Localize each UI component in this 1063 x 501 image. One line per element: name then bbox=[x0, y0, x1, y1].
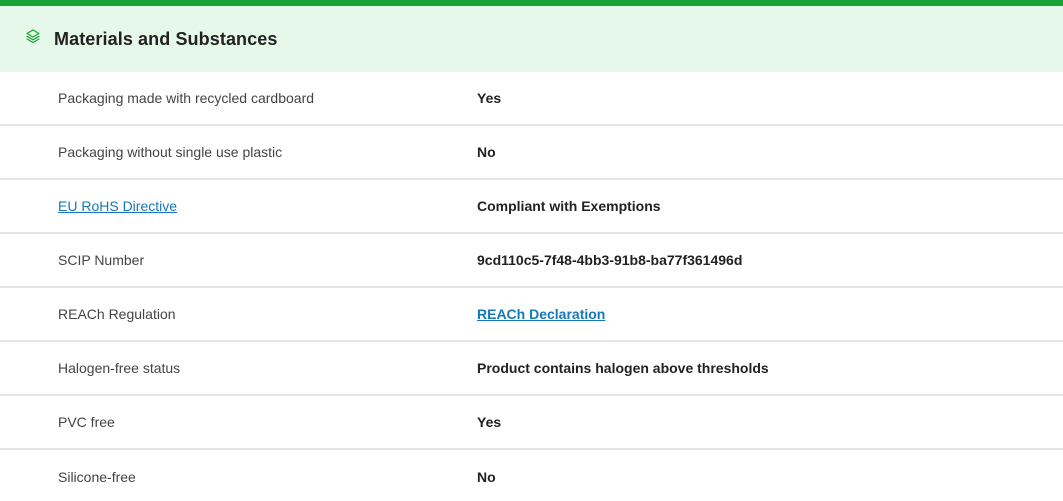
attribute-value: Yes bbox=[477, 414, 502, 430]
attribute-label: Packaging without single use plastic bbox=[58, 144, 283, 160]
attribute-row: Silicone-free No bbox=[0, 450, 1063, 501]
attribute-label-cell: EU RoHS Directive bbox=[0, 198, 477, 214]
attribute-value-cell: REACh Declaration bbox=[477, 306, 1063, 322]
attribute-row: PVC free Yes bbox=[0, 396, 1063, 450]
section-title: Materials and Substances bbox=[54, 28, 278, 49]
reach-declaration-link[interactable]: REACh Declaration bbox=[477, 306, 605, 322]
attribute-value: No bbox=[477, 469, 496, 485]
eu-rohs-directive-link[interactable]: EU RoHS Directive bbox=[58, 198, 177, 214]
attribute-row: SCIP Number 9cd110c5-7f48-4bb3-91b8-ba77… bbox=[0, 234, 1063, 288]
attribute-row: Packaging made with recycled cardboard Y… bbox=[0, 72, 1063, 126]
attribute-value: 9cd110c5-7f48-4bb3-91b8-ba77f361496d bbox=[477, 252, 743, 268]
attribute-label: Packaging made with recycled cardboard bbox=[58, 90, 315, 106]
attribute-row: EU RoHS Directive Compliant with Exempti… bbox=[0, 180, 1063, 234]
attribute-list: Packaging made with recycled cardboard Y… bbox=[0, 72, 1063, 501]
attribute-value: Compliant with Exemptions bbox=[477, 198, 661, 214]
attribute-row: Packaging without single use plastic No bbox=[0, 126, 1063, 180]
section-header: Materials and Substances bbox=[0, 6, 1063, 72]
attribute-label: Silicone-free bbox=[58, 469, 136, 485]
attribute-value: No bbox=[477, 144, 496, 160]
attribute-label: Halogen-free status bbox=[58, 360, 181, 376]
attribute-row: Halogen-free status Product contains hal… bbox=[0, 342, 1063, 396]
attribute-label: SCIP Number bbox=[58, 252, 145, 268]
layers-icon bbox=[24, 27, 42, 45]
attribute-value: Yes bbox=[477, 90, 502, 106]
attribute-label: PVC free bbox=[58, 414, 115, 430]
attribute-label: REACh Regulation bbox=[58, 306, 176, 322]
attribute-row: REACh Regulation REACh Declaration bbox=[0, 288, 1063, 342]
materials-panel: Materials and Substances Packaging made … bbox=[0, 0, 1063, 501]
attribute-value: Product contains halogen above threshold… bbox=[477, 360, 769, 376]
